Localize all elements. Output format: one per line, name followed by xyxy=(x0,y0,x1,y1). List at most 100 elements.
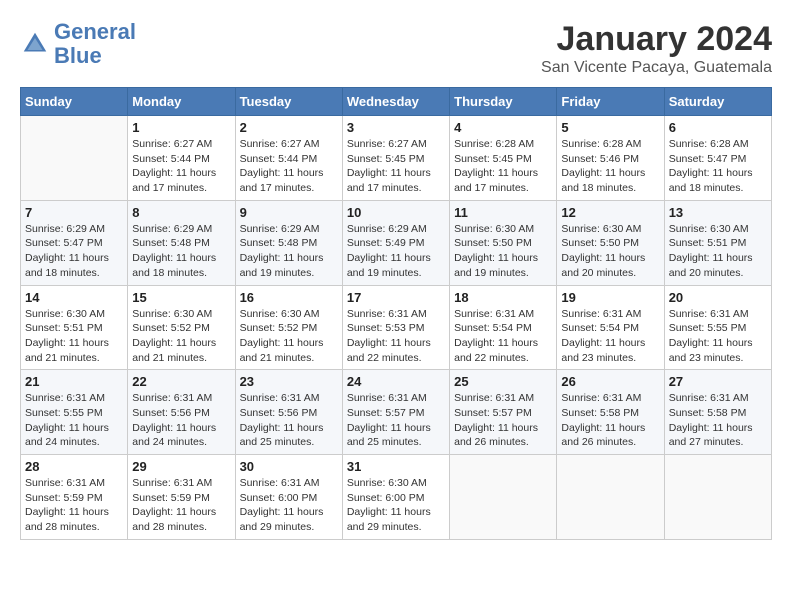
day-number: 12 xyxy=(561,205,659,220)
calendar-cell xyxy=(664,455,771,540)
calendar-cell: 15Sunrise: 6:30 AMSunset: 5:52 PMDayligh… xyxy=(128,285,235,370)
day-header-tuesday: Tuesday xyxy=(235,88,342,116)
day-number: 27 xyxy=(669,374,767,389)
day-info: Sunrise: 6:28 AMSunset: 5:47 PMDaylight:… xyxy=(669,137,767,196)
day-number: 21 xyxy=(25,374,123,389)
calendar-cell: 4 Sunrise: 6:28 AMSunset: 5:45 PMDaylight… xyxy=(450,116,557,201)
day-info: Sunrise: 6:31 AMSunset: 5:54 PMDaylight:… xyxy=(561,307,659,366)
calendar-cell: 12 Sunrise: 6:30 AMSunset: 5:50 PMDayligh… xyxy=(557,200,664,285)
calendar-cell: 11 Sunrise: 6:30 AMSunset: 5:50 PMDayligh… xyxy=(450,200,557,285)
day-number: 3 xyxy=(347,120,445,135)
logo-text: General Blue xyxy=(54,20,136,68)
calendar-cell xyxy=(450,455,557,540)
calendar-cell: 17Sunrise: 6:31 AMSunset: 5:53 PMDayligh… xyxy=(342,285,449,370)
day-number: 29 xyxy=(132,459,230,474)
logo: General Blue xyxy=(20,20,136,68)
day-number: 28 xyxy=(25,459,123,474)
day-info: Sunrise: 6:31 AMSunset: 5:58 PMDaylight:… xyxy=(669,391,767,450)
logo-blue: Blue xyxy=(54,43,102,68)
day-number: 1 xyxy=(132,120,230,135)
calendar-cell: 29 Sunrise: 6:31 AMSunset: 5:59 PMDayligh… xyxy=(128,455,235,540)
month-title: January 2024 xyxy=(541,20,772,59)
day-number: 16 xyxy=(240,290,338,305)
calendar-cell: 26 Sunrise: 6:31 AMSunset: 5:58 PMDayligh… xyxy=(557,370,664,455)
calendar-cell: 19Sunrise: 6:31 AMSunset: 5:54 PMDayligh… xyxy=(557,285,664,370)
day-number: 11 xyxy=(454,205,552,220)
calendar-cell: 23Sunrise: 6:31 AMSunset: 5:56 PMDayligh… xyxy=(235,370,342,455)
page-header: General Blue January 2024 San Vicente Pa… xyxy=(20,20,772,77)
day-number: 24 xyxy=(347,374,445,389)
day-number: 26 xyxy=(561,374,659,389)
calendar-cell: 20 Sunrise: 6:31 AMSunset: 5:55 PMDayligh… xyxy=(664,285,771,370)
calendar-cell: 28 Sunrise: 6:31 AMSunset: 5:59 PMDayligh… xyxy=(21,455,128,540)
day-info: Sunrise: 6:30 AMSunset: 6:00 PMDaylight:… xyxy=(347,476,445,535)
day-info: Sunrise: 6:29 AMSunset: 5:49 PMDaylight:… xyxy=(347,222,445,281)
calendar-week-2: 7Sunrise: 6:29 AMSunset: 5:47 PMDaylight… xyxy=(21,200,772,285)
day-info: Sunrise: 6:28 AMSunset: 5:45 PMDaylight:… xyxy=(454,137,552,196)
day-info: Sunrise: 6:30 AMSunset: 5:50 PMDaylight:… xyxy=(561,222,659,281)
day-info: Sunrise: 6:31 AMSunset: 6:00 PMDaylight:… xyxy=(240,476,338,535)
day-number: 8 xyxy=(132,205,230,220)
calendar-cell: 6Sunrise: 6:28 AMSunset: 5:47 PMDaylight… xyxy=(664,116,771,201)
calendar-cell: 3 Sunrise: 6:27 AMSunset: 5:45 PMDaylight… xyxy=(342,116,449,201)
day-number: 25 xyxy=(454,374,552,389)
title-block: January 2024 San Vicente Pacaya, Guatema… xyxy=(541,20,772,77)
day-number: 18 xyxy=(454,290,552,305)
calendar-cell: 2Sunrise: 6:27 AMSunset: 5:44 PMDaylight… xyxy=(235,116,342,201)
calendar-week-4: 21 Sunrise: 6:31 AMSunset: 5:55 PMDayligh… xyxy=(21,370,772,455)
day-info: Sunrise: 6:31 AMSunset: 5:57 PMDaylight:… xyxy=(347,391,445,450)
calendar-week-1: 1 Sunrise: 6:27 AMSunset: 5:44 PMDaylight… xyxy=(21,116,772,201)
calendar-table: SundayMondayTuesdayWednesdayThursdayFrid… xyxy=(20,87,772,540)
calendar-cell: 7Sunrise: 6:29 AMSunset: 5:47 PMDaylight… xyxy=(21,200,128,285)
day-info: Sunrise: 6:27 AMSunset: 5:45 PMDaylight:… xyxy=(347,137,445,196)
day-info: Sunrise: 6:31 AMSunset: 5:59 PMDaylight:… xyxy=(25,476,123,535)
day-info: Sunrise: 6:31 AMSunset: 5:55 PMDaylight:… xyxy=(25,391,123,450)
day-info: Sunrise: 6:30 AMSunset: 5:51 PMDaylight:… xyxy=(25,307,123,366)
calendar-cell: 13 Sunrise: 6:30 AMSunset: 5:51 PMDayligh… xyxy=(664,200,771,285)
day-header-friday: Friday xyxy=(557,88,664,116)
day-number: 14 xyxy=(25,290,123,305)
day-number: 20 xyxy=(669,290,767,305)
day-info: Sunrise: 6:30 AMSunset: 5:52 PMDaylight:… xyxy=(240,307,338,366)
day-number: 30 xyxy=(240,459,338,474)
day-info: Sunrise: 6:31 AMSunset: 5:57 PMDaylight:… xyxy=(454,391,552,450)
day-number: 15 xyxy=(132,290,230,305)
day-info: Sunrise: 6:31 AMSunset: 5:53 PMDaylight:… xyxy=(347,307,445,366)
day-info: Sunrise: 6:28 AMSunset: 5:46 PMDaylight:… xyxy=(561,137,659,196)
day-number: 4 xyxy=(454,120,552,135)
calendar-cell: 25 Sunrise: 6:31 AMSunset: 5:57 PMDayligh… xyxy=(450,370,557,455)
day-info: Sunrise: 6:29 AMSunset: 5:48 PMDaylight:… xyxy=(240,222,338,281)
day-header-monday: Monday xyxy=(128,88,235,116)
day-header-sunday: Sunday xyxy=(21,88,128,116)
day-header-thursday: Thursday xyxy=(450,88,557,116)
day-info: Sunrise: 6:31 AMSunset: 5:58 PMDaylight:… xyxy=(561,391,659,450)
day-header-saturday: Saturday xyxy=(664,88,771,116)
calendar-cell: 8Sunrise: 6:29 AMSunset: 5:48 PMDaylight… xyxy=(128,200,235,285)
day-info: Sunrise: 6:30 AMSunset: 5:51 PMDaylight:… xyxy=(669,222,767,281)
calendar-cell: 24 Sunrise: 6:31 AMSunset: 5:57 PMDayligh… xyxy=(342,370,449,455)
day-number: 2 xyxy=(240,120,338,135)
day-number: 7 xyxy=(25,205,123,220)
day-number: 13 xyxy=(669,205,767,220)
day-info: Sunrise: 6:30 AMSunset: 5:50 PMDaylight:… xyxy=(454,222,552,281)
calendar-cell: 16 Sunrise: 6:30 AMSunset: 5:52 PMDayligh… xyxy=(235,285,342,370)
calendar-cell: 27 Sunrise: 6:31 AMSunset: 5:58 PMDayligh… xyxy=(664,370,771,455)
logo-icon xyxy=(20,29,50,59)
calendar-week-3: 14 Sunrise: 6:30 AMSunset: 5:51 PMDayligh… xyxy=(21,285,772,370)
day-number: 23 xyxy=(240,374,338,389)
day-info: Sunrise: 6:31 AMSunset: 5:55 PMDaylight:… xyxy=(669,307,767,366)
day-number: 10 xyxy=(347,205,445,220)
calendar-week-5: 28 Sunrise: 6:31 AMSunset: 5:59 PMDayligh… xyxy=(21,455,772,540)
day-info: Sunrise: 6:31 AMSunset: 5:59 PMDaylight:… xyxy=(132,476,230,535)
calendar-cell: 21 Sunrise: 6:31 AMSunset: 5:55 PMDayligh… xyxy=(21,370,128,455)
calendar-cell: 5Sunrise: 6:28 AMSunset: 5:46 PMDaylight… xyxy=(557,116,664,201)
calendar-cell: 10 Sunrise: 6:29 AMSunset: 5:49 PMDayligh… xyxy=(342,200,449,285)
logo-general: General xyxy=(54,19,136,44)
location-subtitle: San Vicente Pacaya, Guatemala xyxy=(541,59,772,77)
day-info: Sunrise: 6:27 AMSunset: 5:44 PMDaylight:… xyxy=(132,137,230,196)
calendar-cell: 30 Sunrise: 6:31 AMSunset: 6:00 PMDayligh… xyxy=(235,455,342,540)
calendar-cell: 18Sunrise: 6:31 AMSunset: 5:54 PMDayligh… xyxy=(450,285,557,370)
calendar-cell: 1 Sunrise: 6:27 AMSunset: 5:44 PMDaylight… xyxy=(128,116,235,201)
calendar-cell: 14 Sunrise: 6:30 AMSunset: 5:51 PMDayligh… xyxy=(21,285,128,370)
calendar-header-row: SundayMondayTuesdayWednesdayThursdayFrid… xyxy=(21,88,772,116)
